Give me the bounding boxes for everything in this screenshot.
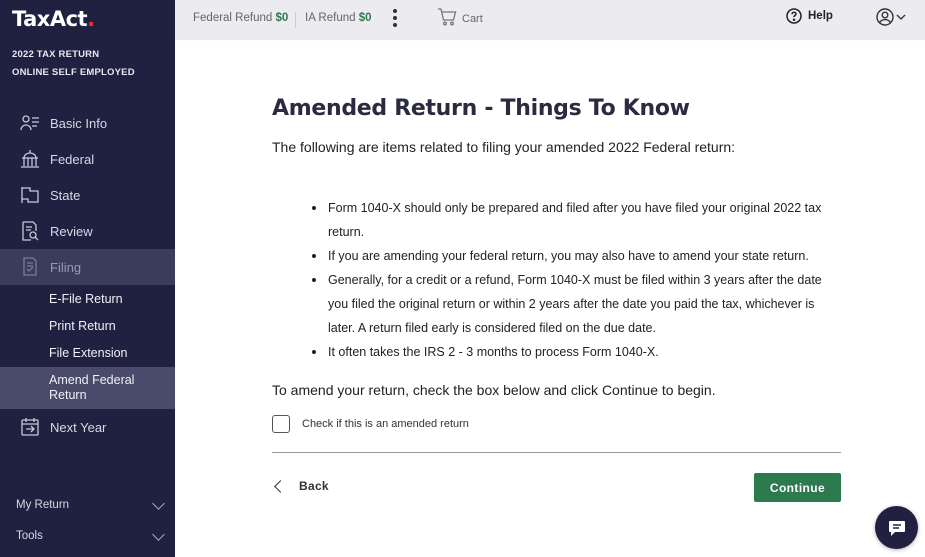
chat-button[interactable] [875, 506, 918, 549]
list-item: It often takes the IRS 2 - 3 months to p… [310, 340, 835, 364]
subnav-efile-return[interactable]: E-File Return [0, 290, 175, 308]
divider [272, 452, 841, 453]
help-label: Help [808, 10, 833, 22]
document-search-icon [22, 221, 39, 241]
user-menu[interactable] [876, 8, 906, 26]
chevron-down-icon [152, 527, 165, 541]
sidebar-item-filing[interactable]: Filing [0, 249, 175, 285]
page-title: Amended Return - Things To Know [272, 96, 690, 121]
list-item: Form 1040-X should only be prepared and … [310, 196, 835, 244]
sidebar-item-basic-info[interactable]: Basic Info [0, 105, 175, 141]
sidebar-item-review[interactable]: Review [0, 213, 175, 249]
federal-refund-value: $0 [275, 12, 289, 24]
sidebar-item-federal[interactable]: Federal [0, 141, 175, 177]
ia-refund-value: $0 [358, 12, 372, 24]
sidebar: TaxAct. 2022 TAX RETURN ONLINE SELF EMPL… [0, 0, 175, 557]
amended-return-checkbox[interactable] [272, 415, 290, 433]
sidebar-item-label: Next Year [50, 419, 107, 435]
divider [295, 12, 296, 28]
chat-icon [888, 520, 905, 536]
more-options-icon[interactable] [393, 9, 397, 30]
amended-return-checkbox-label[interactable]: Check if this is an amended return [302, 418, 469, 430]
sidebar-item-label: Basic Info [50, 115, 108, 131]
return-year-label: 2022 TAX RETURN [12, 49, 100, 60]
chevron-down-icon [896, 14, 906, 20]
back-button[interactable]: Back [272, 479, 329, 493]
logo-dot: . [87, 7, 95, 31]
subnav-file-extension[interactable]: File Extension [0, 344, 175, 362]
cart-button[interactable]: Cart [437, 8, 483, 26]
state-map-icon [21, 187, 39, 203]
help-button[interactable]: Help [786, 8, 833, 24]
sidebar-item-next-year[interactable]: Next Year [0, 409, 175, 445]
capitol-building-icon [21, 150, 39, 168]
ia-refund-label: IA Refund [305, 12, 356, 24]
intro-text: The following are items related to filin… [272, 139, 736, 155]
calendar-arrow-icon [21, 418, 39, 436]
subnav-amend-federal-return[interactable]: Amend Federal Return [0, 367, 175, 409]
chevron-down-icon [152, 496, 165, 510]
ia-refund: IA Refund $0 [305, 12, 372, 24]
product-label: ONLINE SELF EMPLOYED [12, 67, 135, 78]
user-account-icon [876, 8, 894, 26]
sidebar-my-return[interactable]: My Return [16, 496, 165, 511]
cart-label: Cart [462, 12, 483, 25]
instruction-text: To amend your return, check the box belo… [272, 382, 716, 398]
taxact-logo[interactable]: TaxAct. [12, 7, 95, 31]
federal-refund: Federal Refund $0 [193, 12, 288, 24]
info-list: Form 1040-X should only be prepared and … [310, 196, 835, 364]
help-icon [786, 8, 802, 24]
sidebar-item-label: Federal [50, 151, 95, 167]
sidebar-tools[interactable]: Tools [16, 527, 165, 542]
list-item: If you are amending your federal return,… [310, 244, 835, 268]
sidebar-tools-label: Tools [16, 530, 43, 542]
sidebar-item-label: State [50, 187, 81, 203]
chevron-left-icon [274, 479, 287, 493]
subnav-print-return[interactable]: Print Return [0, 317, 175, 335]
federal-refund-label: Federal Refund [193, 12, 273, 24]
back-label: Back [299, 479, 329, 493]
sidebar-my-return-label: My Return [16, 499, 70, 511]
sidebar-item-state[interactable]: State [0, 177, 175, 213]
cart-icon [438, 8, 457, 26]
file-check-icon [23, 257, 37, 276]
sidebar-item-label: Filing [50, 259, 82, 275]
sidebar-item-label: Review [50, 223, 93, 239]
list-item: Generally, for a credit or a refund, For… [310, 268, 835, 340]
person-list-icon [20, 115, 39, 131]
continue-button[interactable]: Continue [754, 473, 841, 502]
top-bar: Federal Refund $0 IA Refund $0 Cart Help [175, 0, 925, 40]
